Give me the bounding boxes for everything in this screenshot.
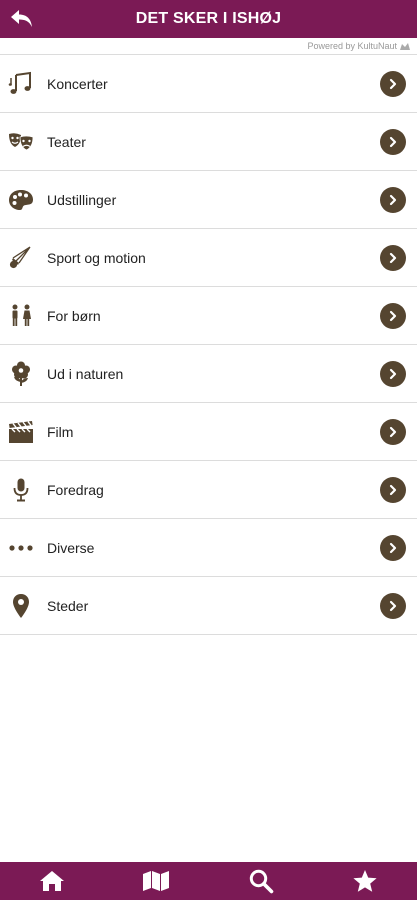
nav-home[interactable] [0,862,104,900]
map-pin-icon [8,593,34,619]
page-title: DET SKER I ISHØJ [135,10,282,27]
music-notes-icon [8,71,34,97]
star-icon [353,870,377,892]
powered-by-text: Powered by KultuNaut [307,41,397,51]
top-bar: DET SKER I ISHØJ [0,0,417,38]
category-label: Diverse [47,539,95,556]
category-label: Steder [47,597,89,614]
chevron-right-icon[interactable] [380,592,406,619]
chevron-right-icon[interactable] [380,128,406,155]
back-arrow-icon [11,10,32,27]
category-list: Koncerter Teater Udstillinger Sport og m… [0,54,417,635]
category-ud-i-naturen[interactable]: Ud i naturen [0,344,417,402]
chevron-right-icon[interactable] [380,302,406,329]
chevron-right-icon[interactable] [380,244,406,271]
nav-map[interactable] [104,862,208,900]
category-label: Teater [47,133,86,150]
search-icon [249,869,273,894]
powered-by: Powered by KultuNaut [307,40,411,52]
nav-favorites[interactable] [313,862,417,900]
chevron-right-icon[interactable] [380,476,406,503]
chevron-right-icon[interactable] [380,360,406,387]
chevron-right-icon[interactable] [380,418,406,445]
shuttlecock-icon [8,245,34,271]
palette-icon [8,187,34,213]
category-label: Film [47,423,74,440]
category-sport-og-motion[interactable]: Sport og motion [0,228,417,286]
kultunaut-logo-icon [400,43,410,50]
microphone-icon [8,477,34,503]
flower-icon [8,361,34,387]
category-label: For børn [47,307,101,324]
nav-search[interactable] [209,862,313,900]
category-teater[interactable]: Teater [0,112,417,170]
category-koncerter[interactable]: Koncerter [0,54,417,112]
category-label: Foredrag [47,481,104,498]
category-label: Sport og motion [47,249,146,266]
back-button[interactable] [6,4,38,34]
category-foredrag[interactable]: Foredrag [0,460,417,518]
clapperboard-icon [8,419,34,445]
chevron-right-icon[interactable] [380,534,406,561]
category-film[interactable]: Film [0,402,417,460]
category-label: Udstillinger [47,191,117,208]
dots-icon [8,535,34,561]
category-steder[interactable]: Steder [0,576,417,635]
bottom-nav [0,862,417,900]
theater-masks-icon [8,129,34,155]
children-icon [8,303,34,329]
chevron-right-icon[interactable] [380,186,406,213]
category-label: Koncerter [47,75,108,92]
chevron-right-icon[interactable] [380,70,406,97]
category-udstillinger[interactable]: Udstillinger [0,170,417,228]
category-diverse[interactable]: Diverse [0,518,417,576]
home-icon [40,871,65,891]
category-for-boern[interactable]: For børn [0,286,417,344]
map-icon [143,871,170,891]
category-label: Ud i naturen [47,365,124,382]
